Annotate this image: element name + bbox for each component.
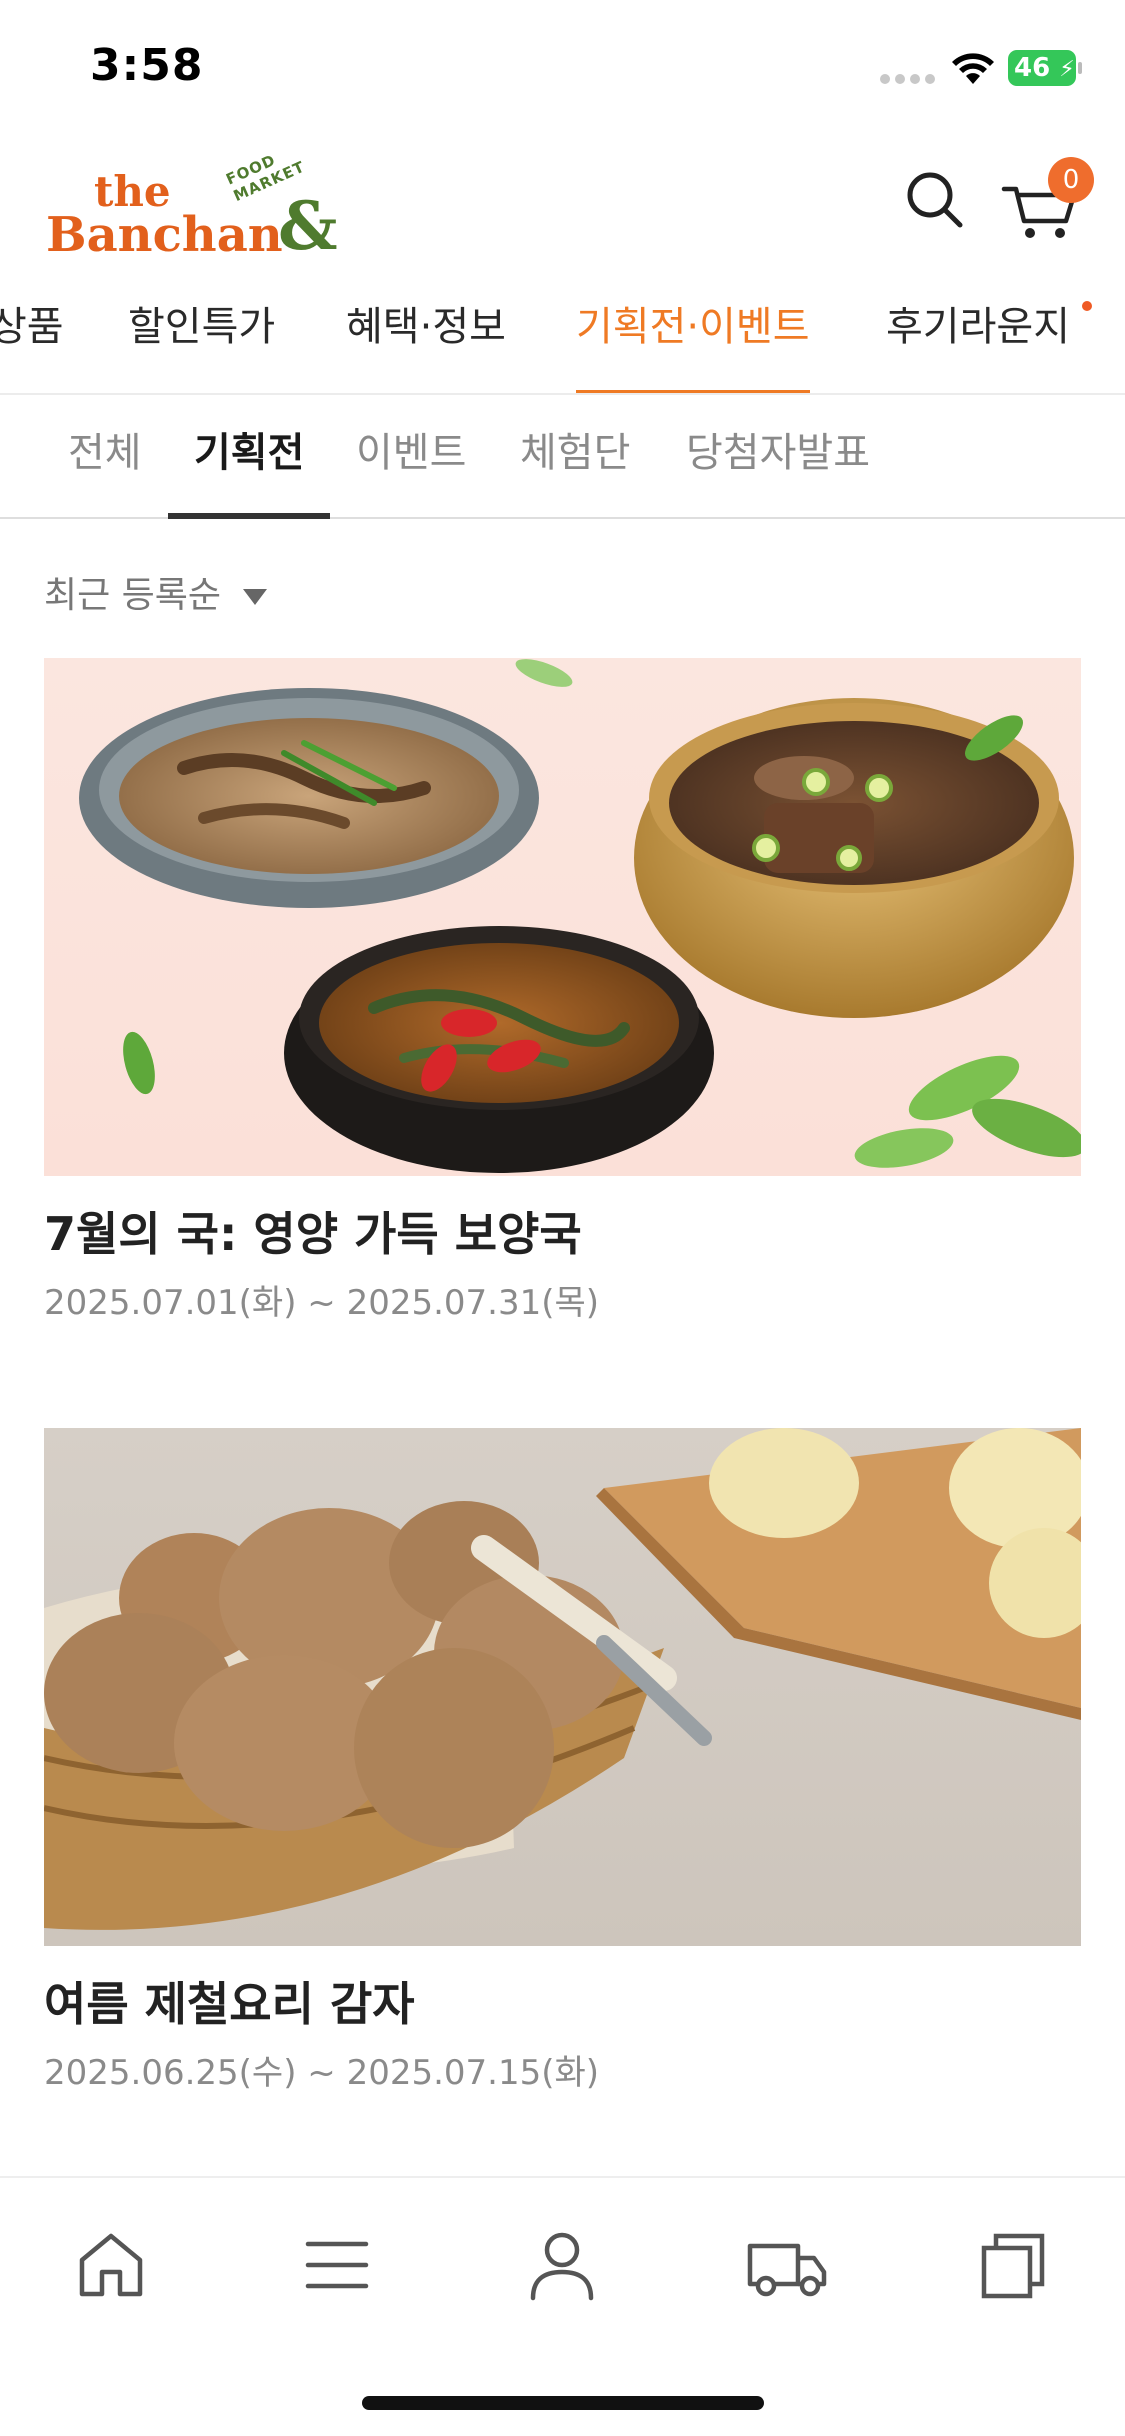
cellular-signal-icon bbox=[880, 74, 936, 86]
tab-review-lounge[interactable]: 후기라운지 bbox=[886, 275, 1092, 393]
cart-count-badge: 0 bbox=[1048, 157, 1094, 203]
search-icon bbox=[907, 172, 963, 228]
status-bar: 3:58 46 ⚡ bbox=[0, 0, 1125, 135]
nav-recent-items-button[interactable] bbox=[966, 2220, 1056, 2310]
new-indicator-dot bbox=[1082, 301, 1092, 311]
promotion-image-soups bbox=[44, 658, 1081, 1176]
tab-label: 후기라운지 bbox=[886, 304, 1070, 350]
search-button[interactable] bbox=[900, 165, 970, 235]
cart-button[interactable]: 0 bbox=[1000, 157, 1094, 245]
subtab-experience-group[interactable]: 체험단 bbox=[520, 397, 630, 517]
promotion-date-range: 2025.07.01(화) ~ 2025.07.31(목) bbox=[44, 1283, 600, 1323]
tab-label: 혜택·정보 bbox=[346, 304, 506, 350]
promotion-title: 7월의 국: 영양 가득 보양국 bbox=[44, 1207, 582, 1261]
logo-banchan-text: Banchan bbox=[46, 207, 283, 263]
tab-products[interactable]: 상품 bbox=[0, 275, 64, 393]
wifi-icon bbox=[952, 53, 994, 84]
subtab-exhibitions[interactable]: 기획전 bbox=[168, 397, 331, 519]
caret-down-icon bbox=[243, 589, 268, 605]
promotion-date-range: 2025.06.25(수) ~ 2025.07.15(화) bbox=[44, 2053, 600, 2093]
user-icon bbox=[530, 2232, 594, 2301]
status-time: 3:58 bbox=[90, 40, 204, 91]
subtab-label: 이벤트 bbox=[356, 430, 467, 476]
brand-logo[interactable]: FOOD MARKET the Banchan & bbox=[46, 151, 356, 271]
soup-bowls-illustration bbox=[79, 659, 1081, 1173]
subtab-all[interactable]: 전체 bbox=[68, 397, 142, 517]
menu-icon bbox=[305, 2241, 369, 2289]
nav-menu-button[interactable] bbox=[292, 2220, 382, 2310]
nav-my-page-button[interactable] bbox=[517, 2220, 607, 2310]
subtab-label: 체험단 bbox=[520, 430, 631, 476]
main-category-tabs: 상품 할인특가 혜택·정보 기획전·이벤트 후기라운지 bbox=[0, 275, 1125, 395]
nav-home-button[interactable] bbox=[66, 2220, 156, 2310]
potato-basket-illustration bbox=[44, 1428, 1081, 1930]
battery-level: 46 bbox=[1014, 53, 1051, 83]
sub-category-tabs: 전체 기획전 이벤트 체험단 당첨자발표 bbox=[0, 397, 1125, 519]
nav-delivery-button[interactable] bbox=[742, 2220, 832, 2310]
tab-benefits-info[interactable]: 혜택·정보 bbox=[346, 275, 506, 393]
logo-ampersand: & bbox=[278, 187, 338, 265]
promotion-image-potatoes bbox=[44, 1428, 1081, 1946]
tab-label: 기획전·이벤트 bbox=[576, 304, 810, 350]
delivery-truck-icon bbox=[747, 2243, 827, 2297]
promotion-title: 여름 제철요리 감자 bbox=[44, 1977, 415, 2031]
subtab-label: 당첨자발표 bbox=[686, 430, 870, 476]
active-tab-indicator bbox=[576, 390, 810, 393]
subtab-label: 기획전 bbox=[194, 430, 305, 476]
app-header: FOOD MARKET the Banchan & 0 bbox=[0, 135, 1125, 275]
tab-label: 상품 bbox=[0, 304, 64, 350]
tab-discounts[interactable]: 할인특가 bbox=[128, 275, 276, 393]
charging-bolt-icon: ⚡ bbox=[1059, 57, 1075, 82]
home-indicator bbox=[362, 2396, 764, 2410]
recent-items-icon bbox=[981, 2233, 1045, 2299]
subtab-events[interactable]: 이벤트 bbox=[356, 397, 466, 517]
battery-indicator: 46 ⚡ bbox=[1008, 50, 1082, 86]
home-icon bbox=[79, 2233, 143, 2297]
tab-label: 할인특가 bbox=[128, 304, 276, 350]
active-subtab-indicator bbox=[168, 513, 331, 519]
tab-promotions-events[interactable]: 기획전·이벤트 bbox=[576, 275, 810, 393]
sort-label: 최근 등록순 bbox=[44, 575, 222, 616]
subtab-winners[interactable]: 당첨자발표 bbox=[686, 397, 870, 517]
subtab-label: 전체 bbox=[68, 430, 142, 476]
promotion-card[interactable]: 여름 제철요리 감자 2025.06.25(수) ~ 2025.07.15(화) bbox=[44, 1428, 1081, 2096]
promotion-card[interactable]: 7월의 국: 영양 가득 보양국 2025.07.01(화) ~ 2025.07… bbox=[44, 658, 1081, 1326]
sort-dropdown[interactable]: 최근 등록순 bbox=[44, 566, 268, 618]
